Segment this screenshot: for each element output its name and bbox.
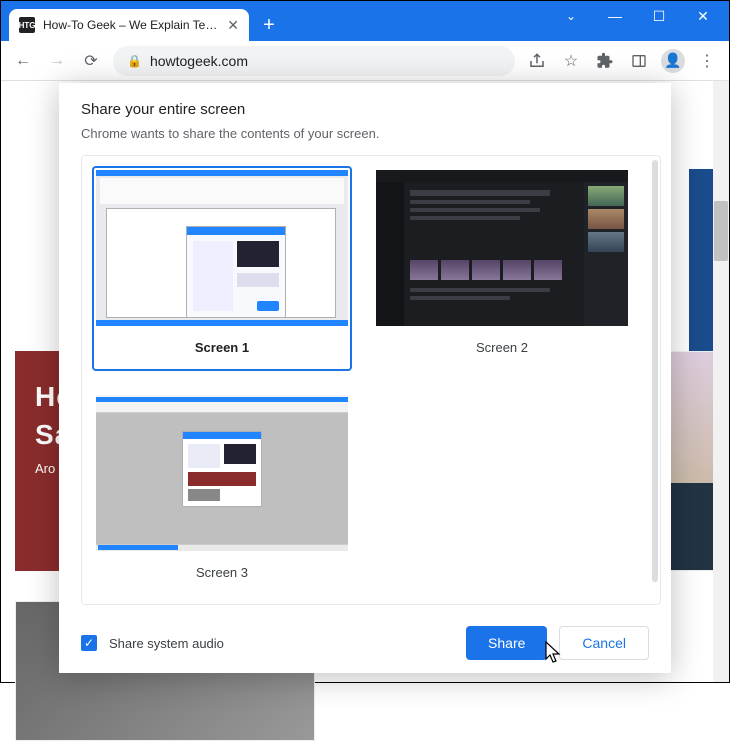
new-tab-button[interactable]: + [255,11,283,39]
screen-thumbnail-2 [376,170,628,326]
dialog-title: Share your entire screen [81,101,649,118]
window-titlebar: HTG How-To Geek – We Explain Techn ✕ + ⌄… [1,1,729,41]
share-screen-dialog: Share your entire screen Chrome wants to… [59,83,671,673]
screen-option-3[interactable]: Screen 3 [92,391,352,596]
screen-label-3: Screen 3 [196,565,248,580]
lock-icon: 🔒 [127,54,142,68]
menu-icon[interactable]: ⋮ [695,49,719,73]
forward-button: → [45,49,69,73]
window-maximize-button[interactable]: ☐ [637,2,681,30]
screen-thumbnail-1 [96,170,348,326]
share-audio-label: Share system audio [109,636,224,651]
page-scrollbar[interactable] [713,81,729,682]
url-text: howtogeek.com [150,53,501,69]
browser-tab[interactable]: HTG How-To Geek – We Explain Techn ✕ [9,9,249,41]
extensions-icon[interactable] [593,49,617,73]
share-button[interactable]: Share [466,626,547,660]
tab-title: How-To Geek – We Explain Techn [43,18,219,32]
favicon: HTG [19,17,35,33]
bookmark-icon[interactable]: ☆ [559,49,583,73]
close-tab-icon[interactable]: ✕ [227,17,239,34]
share-audio-checkbox[interactable]: ✓ [81,635,97,651]
screen-label-2: Screen 2 [476,340,528,355]
window-close-button[interactable]: ✕ [681,2,725,30]
dialog-subtitle: Chrome wants to share the contents of yo… [81,126,649,141]
reload-button[interactable]: ⟳ [79,49,103,73]
window-dropdown-icon[interactable]: ⌄ [549,2,593,30]
window-minimize-button[interactable]: — [593,2,637,30]
screen-option-2[interactable]: Screen 2 [372,166,632,371]
page-scrollbar-thumb[interactable] [714,201,728,261]
side-panel-icon[interactable] [627,49,651,73]
cancel-button[interactable]: Cancel [559,626,649,660]
back-button[interactable]: ← [11,49,35,73]
profile-avatar[interactable]: 👤 [661,49,685,73]
address-bar[interactable]: 🔒 howtogeek.com [113,46,515,76]
share-page-icon[interactable] [525,49,549,73]
screen-thumbnail-3 [96,395,348,551]
dialog-scrollbar[interactable] [652,160,658,600]
dialog-scrollbar-thumb[interactable] [652,160,658,582]
screen-option-1[interactable]: Screen 1 [92,166,352,371]
browser-toolbar: ← → ⟳ 🔒 howtogeek.com ☆ 👤 ⋮ [1,41,729,81]
screen-label-1: Screen 1 [195,340,249,355]
